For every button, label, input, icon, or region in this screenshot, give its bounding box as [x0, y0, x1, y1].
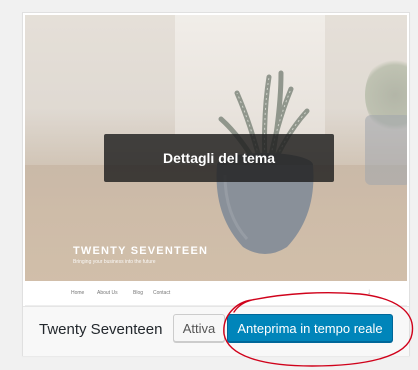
preview-nav-item: About Us — [97, 290, 118, 296]
preview-nav-item: Blog — [133, 290, 144, 296]
preview-nav-item: Contact — [153, 290, 171, 296]
theme-details-button[interactable]: Dettagli del tema — [104, 134, 334, 182]
theme-screenshot[interactable]: TWENTY SEVENTEEN Bringing your business … — [25, 15, 407, 281]
preview-site-nav: Home About Us Blog Contact ↓ — [25, 281, 407, 306]
preview-nav-item: Home — [71, 290, 85, 296]
preview-site-title: TWENTY SEVENTEEN — [73, 245, 209, 257]
preview-site-tagline: Bringing your business into the future — [73, 259, 156, 265]
theme-card[interactable]: TWENTY SEVENTEEN Bringing your business … — [22, 12, 410, 356]
theme-card-footer: Twenty Seventeen Attiva Anteprima in tem… — [23, 306, 409, 356]
live-preview-button[interactable]: Anteprima in tempo reale — [227, 314, 393, 342]
activate-button[interactable]: Attiva — [173, 314, 225, 342]
scroll-down-icon: ↓ — [367, 287, 371, 296]
theme-name: Twenty Seventeen — [39, 321, 163, 338]
